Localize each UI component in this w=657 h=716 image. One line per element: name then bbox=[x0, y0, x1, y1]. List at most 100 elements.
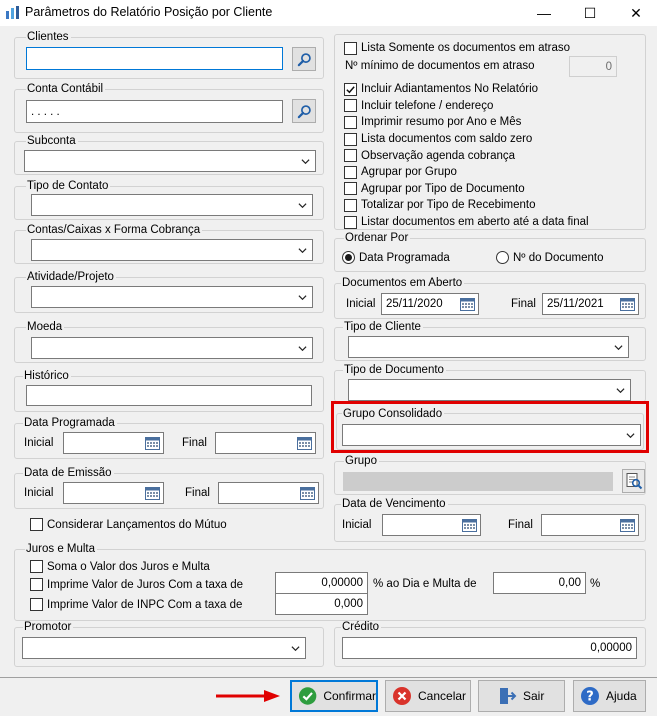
min-docs-input[interactable]: 0 bbox=[569, 56, 617, 77]
check-circle-icon bbox=[298, 687, 317, 705]
docs-aberto-final-label: Final bbox=[511, 298, 536, 310]
docs-aberto-inicial-label: Inicial bbox=[346, 298, 376, 310]
confirmar-button[interactable]: Confirmar bbox=[290, 680, 378, 712]
checkbox-box[interactable] bbox=[344, 165, 357, 179]
ajuda-button[interactable]: ? Ajuda bbox=[573, 680, 646, 712]
checkbox-box[interactable] bbox=[30, 598, 43, 611]
data-vencimento-final-label: Final bbox=[508, 519, 533, 531]
inpc-taxa-input[interactable]: 0,000 bbox=[275, 593, 368, 615]
maximize-button[interactable]: ☐ bbox=[567, 0, 613, 26]
data-emissao-label: Data de Emissão bbox=[23, 467, 114, 479]
conta-contabil-search-button[interactable] bbox=[292, 99, 316, 123]
data-programada-final-input[interactable] bbox=[215, 432, 316, 454]
docs-aberto-inicial-input[interactable]: 25/11/2020 bbox=[381, 293, 479, 315]
promotor-label: Promotor bbox=[23, 621, 74, 633]
option-label: Observação agenda cobrança bbox=[361, 149, 516, 162]
atividade-projeto-label: Atividade/Projeto bbox=[26, 271, 116, 283]
cancelar-button[interactable]: Cancelar bbox=[385, 680, 471, 712]
option-checkbox-9[interactable]: Listar documentos em aberto até a data f… bbox=[344, 214, 644, 231]
historico-input[interactable] bbox=[26, 385, 312, 406]
data-emissao-final-input[interactable] bbox=[218, 482, 319, 504]
close-button[interactable]: ✕ bbox=[613, 0, 657, 26]
calendar-icon[interactable] bbox=[462, 518, 477, 532]
contas-caixas-select[interactable] bbox=[31, 239, 313, 261]
option-checkbox-0[interactable]: Lista Somente os documentos em atraso bbox=[344, 40, 644, 56]
ordenar-documento-radio[interactable]: Nº do Documento bbox=[496, 251, 604, 264]
minimize-icon: — bbox=[537, 5, 551, 21]
checkbox-box[interactable] bbox=[344, 198, 357, 212]
grupo-search-button[interactable] bbox=[622, 469, 645, 493]
data-vencimento-final-input[interactable] bbox=[541, 514, 639, 536]
search-document-icon bbox=[626, 473, 642, 490]
option-checkbox-5[interactable]: Observação agenda cobrança bbox=[344, 147, 644, 164]
ajuda-label: Ajuda bbox=[606, 689, 637, 703]
checkbox-box[interactable] bbox=[30, 578, 43, 591]
option-checkbox-4[interactable]: Lista documentos com saldo zero bbox=[344, 131, 644, 148]
checkbox-box[interactable] bbox=[344, 41, 357, 55]
considerar-mutuo-checkbox[interactable]: Considerar Lançamentos do Mútuo bbox=[30, 518, 227, 531]
calendar-icon[interactable] bbox=[300, 486, 315, 500]
soma-juros-checkbox[interactable]: Soma o Valor dos Juros e Multa bbox=[30, 560, 210, 573]
calendar-icon[interactable] bbox=[297, 436, 312, 450]
calendar-icon[interactable] bbox=[620, 297, 635, 311]
min-docs-label: Nº mínimo de documentos em atraso bbox=[345, 60, 535, 72]
tipo-cliente-select[interactable] bbox=[348, 336, 629, 358]
atividade-projeto-select[interactable] bbox=[31, 286, 313, 308]
option-checkbox-1[interactable]: Incluir Adiantamentos No Relatório bbox=[344, 81, 644, 98]
moeda-select[interactable] bbox=[31, 337, 313, 359]
calendar-icon[interactable] bbox=[145, 486, 160, 500]
promotor-select[interactable] bbox=[22, 637, 306, 659]
contas-caixas-label: Contas/Caixas x Forma Cobrança bbox=[26, 224, 203, 236]
docs-aberto-final-input[interactable]: 25/11/2021 bbox=[542, 293, 639, 315]
option-checkbox-2[interactable]: Incluir telefone / endereço bbox=[344, 98, 644, 115]
credito-input[interactable]: 0,00000 bbox=[342, 637, 637, 659]
tipo-documento-select[interactable] bbox=[348, 379, 631, 401]
imprime-juros-checkbox[interactable]: Imprime Valor de Juros Com a taxa de bbox=[30, 578, 243, 591]
minimize-button[interactable]: — bbox=[521, 0, 567, 26]
radio-circle[interactable] bbox=[342, 251, 355, 264]
exit-door-icon bbox=[500, 688, 517, 704]
checkbox-box[interactable] bbox=[344, 182, 357, 196]
cancel-icon bbox=[393, 687, 411, 705]
checkbox-box[interactable] bbox=[344, 115, 357, 129]
clientes-search-button[interactable] bbox=[292, 47, 316, 71]
checkbox-box[interactable] bbox=[30, 518, 43, 531]
data-vencimento-inicial-input[interactable] bbox=[382, 514, 481, 536]
checkbox-box[interactable] bbox=[344, 132, 357, 146]
checkbox-box[interactable] bbox=[344, 149, 357, 163]
option-checkbox-7[interactable]: Agrupar por Tipo de Documento bbox=[344, 181, 644, 198]
checkbox-box[interactable] bbox=[344, 215, 357, 229]
data-programada-inicial-input[interactable] bbox=[63, 432, 164, 454]
checkbox-box[interactable] bbox=[344, 99, 357, 113]
checkbox-box[interactable] bbox=[344, 82, 357, 96]
cancelar-label: Cancelar bbox=[418, 689, 467, 703]
subconta-select[interactable] bbox=[24, 150, 316, 172]
ordenar-opt1-label: Data Programada bbox=[359, 251, 450, 264]
moeda-label: Moeda bbox=[26, 321, 65, 333]
option-checkbox-6[interactable]: Agrupar por Grupo bbox=[344, 164, 644, 181]
clientes-input[interactable] bbox=[26, 47, 283, 70]
option-label: Totalizar por Tipo de Recebimento bbox=[361, 199, 536, 212]
grupo-select[interactable] bbox=[343, 472, 613, 491]
juros-taxa-input[interactable]: 0,00000 bbox=[275, 572, 368, 594]
tipo-cliente-label: Tipo de Cliente bbox=[343, 321, 423, 333]
chevron-down-icon bbox=[298, 344, 307, 353]
calendar-icon[interactable] bbox=[620, 518, 635, 532]
calendar-icon[interactable] bbox=[145, 436, 160, 450]
imprime-inpc-checkbox[interactable]: Imprime Valor de INPC Com a taxa de bbox=[30, 598, 242, 611]
option-checkbox-8[interactable]: Totalizar por Tipo de Recebimento bbox=[344, 197, 644, 214]
conta-contabil-input[interactable]: . . . . . bbox=[26, 100, 283, 123]
option-checkbox-3[interactable]: Imprimir resumo por Ano e Mês bbox=[344, 114, 644, 131]
calendar-icon[interactable] bbox=[460, 297, 475, 311]
ordenar-data-programada-radio[interactable]: Data Programada bbox=[342, 251, 450, 264]
sair-button[interactable]: Sair bbox=[478, 680, 565, 712]
multa-input[interactable]: 0,00 bbox=[493, 572, 586, 594]
data-emissao-inicial-input[interactable] bbox=[63, 482, 164, 504]
grupo-label: Grupo bbox=[344, 455, 379, 467]
highlight-box bbox=[331, 401, 649, 453]
chevron-down-icon bbox=[298, 201, 307, 210]
data-emissao-inicial-label: Inicial bbox=[24, 487, 54, 499]
radio-circle[interactable] bbox=[496, 251, 509, 264]
checkbox-box[interactable] bbox=[30, 560, 43, 573]
tipo-contato-select[interactable] bbox=[31, 194, 313, 216]
